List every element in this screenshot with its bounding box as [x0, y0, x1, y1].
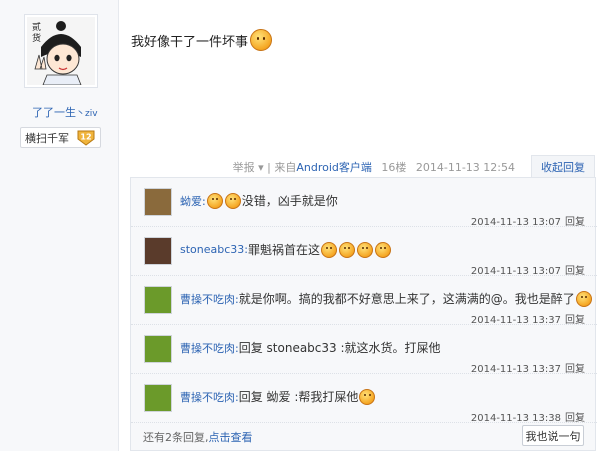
reply-meta: 2014-11-13 13:38 回复 — [470, 413, 585, 424]
level-badge-icon: 12 — [77, 130, 95, 146]
svg-text:货: 货 — [32, 32, 41, 43]
author-name[interactable]: 了了一生丶ziv — [32, 104, 98, 120]
reply-line: stoneabc33: 罪魁祸首在这 — [180, 241, 392, 258]
reply-item: stoneabc33: 罪魁祸首在这 2014-11-13 13:07 回复 — [131, 227, 597, 277]
reply-author[interactable]: 蚴爱: — [180, 193, 206, 209]
reply-text: 罪魁祸首在这 — [248, 243, 321, 257]
reply-line: 曹操不吃肉: 回复 stoneabc33 :就这水货。打屎他 — [180, 339, 441, 356]
reply-author[interactable]: 曹操不吃肉: — [180, 291, 239, 307]
reply-meta: 2014-11-13 13:07 回复 — [470, 266, 585, 277]
floor-number: 16楼 — [381, 161, 407, 174]
client-link[interactable]: Android客户端 — [296, 161, 372, 174]
reply-avatar[interactable] — [144, 188, 172, 216]
post-meta: 举报 ▾ | 来自Android客户端 16楼 2014-11-13 12:54 — [232, 161, 515, 174]
reply-avatar[interactable] — [144, 384, 172, 412]
reply-avatar[interactable] — [144, 237, 172, 265]
post-time: 2014-11-13 12:54 — [415, 161, 515, 174]
reply-item: 曹操不吃肉: 回复 蚴爱 :帮我打屎他 2014-11-13 13:38 回复 — [131, 374, 597, 424]
reply-item: 蚴爱: 没错，凶手就是你 2014-11-13 13:07 回复 — [131, 178, 597, 228]
member-badge[interactable]: 横扫千军 12 — [20, 127, 101, 148]
emoji-icon — [357, 241, 374, 258]
reply-item: 曹操不吃肉: 回复 stoneabc33 :就这水货。打屎他 2014-11-1… — [131, 325, 597, 375]
reply-author[interactable]: 曹操不吃肉: — [180, 389, 239, 405]
emoji-icon — [375, 241, 392, 258]
report-link[interactable]: 举报 ▾ — [233, 161, 264, 174]
reply-button[interactable]: 回复 — [565, 413, 585, 424]
reply-item: 曹操不吃肉: 就是你啊。搞的我都不好意思上来了，这满满的@。我也是醉了 2014… — [131, 276, 597, 326]
reply-line: 曹操不吃肉: 回复 蚴爱 :帮我打屎他 — [180, 388, 376, 405]
author-panel: 贰 货 了了一生丶ziv 横扫千军 12 — [0, 0, 119, 451]
level-number: 12 — [80, 133, 91, 142]
post-content: 我好像干了一件坏事 — [131, 29, 273, 51]
emoji-icon — [206, 192, 223, 209]
reply-avatar[interactable] — [144, 335, 172, 363]
reply-avatar[interactable] — [144, 286, 172, 314]
svg-text:贰: 贰 — [32, 21, 41, 32]
reply-line: 蚴爱: 没错，凶手就是你 — [180, 192, 338, 209]
reply-button-main[interactable]: 我也说一句 — [522, 425, 584, 446]
reply-meta: 2014-11-13 13:37 回复 — [470, 315, 585, 326]
emoji-icon — [224, 192, 241, 209]
emoji-icon — [321, 241, 338, 258]
collapse-replies-button[interactable]: 收起回复 — [531, 155, 595, 177]
reply-text: 就是你啊。搞的我都不好意思上来了，这满满的@。我也是醉了 — [238, 292, 575, 306]
avatar-image: 贰 货 — [27, 17, 95, 86]
emoji-icon — [339, 241, 356, 258]
view-more-link[interactable]: 点击查看 — [209, 431, 253, 444]
reply-text: 没错，凶手就是你 — [241, 194, 338, 208]
more-replies: 还有2条回复,点击查看 — [143, 431, 253, 444]
reply-list: 蚴爱: 没错，凶手就是你 2014-11-13 13:07 回复 stoneabc… — [130, 177, 597, 451]
reply-meta: 2014-11-13 13:07 回复 — [470, 217, 585, 228]
angry-emoji-icon — [250, 29, 273, 51]
emoji-icon — [575, 290, 592, 307]
reply-meta: 2014-11-13 13:37 回复 — [470, 364, 585, 375]
reply-author[interactable]: 曹操不吃肉: — [180, 340, 239, 356]
reply-text: 回复 stoneabc33 :就这水货。打屎他 — [238, 341, 441, 355]
author-avatar[interactable]: 贰 货 — [24, 14, 98, 88]
reply-line: 曹操不吃肉: 就是你啊。搞的我都不好意思上来了，这满满的@。我也是醉了 — [180, 290, 593, 307]
reply-author[interactable]: stoneabc33: — [180, 243, 248, 256]
emoji-icon — [359, 388, 376, 405]
reply-text: 回复 蚴爱 :帮我打屎他 — [238, 390, 359, 404]
